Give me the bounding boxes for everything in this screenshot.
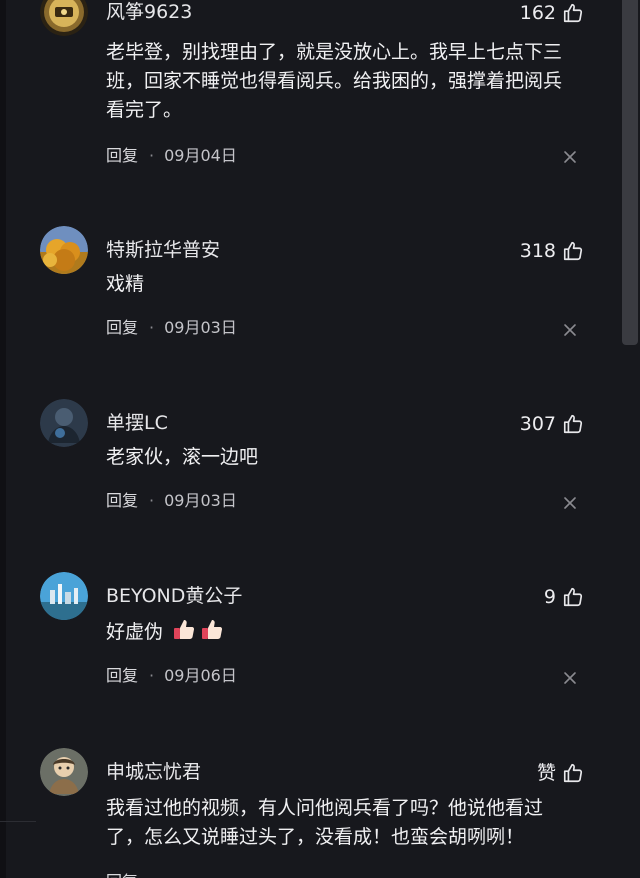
thumbs-up-icon[interactable] bbox=[562, 413, 584, 435]
thumbs-up-emoji bbox=[171, 616, 197, 642]
scrollbar-thumb[interactable] bbox=[622, 0, 638, 345]
like-button[interactable]: 307 bbox=[520, 411, 584, 437]
city-skyline-avatar[interactable] bbox=[40, 572, 88, 620]
reply-button[interactable]: 回复 bbox=[106, 491, 138, 511]
like-button[interactable]: 162 bbox=[520, 0, 584, 26]
comment-meta: 回复 · 09月03日 bbox=[106, 491, 237, 511]
comment-text-body: 好虚伪 bbox=[106, 621, 164, 643]
thumbs-up-icon[interactable] bbox=[562, 762, 584, 784]
like-count: 307 bbox=[519, 413, 556, 435]
comment-username[interactable]: 风筝9623 bbox=[106, 0, 192, 24]
comment-meta: 回复 · 09月04日 bbox=[106, 146, 237, 166]
meta-separator: · bbox=[149, 146, 155, 165]
thumbs-up-icon[interactable] bbox=[562, 240, 584, 262]
comment-item: 申城忘忧君 赞 我看过他的视频，有人问他阅兵看了吗？他说他看过了，怎么又说睡过头… bbox=[40, 748, 600, 878]
comment-date: 09月06日 bbox=[164, 666, 237, 685]
comment-item: 特斯拉华普安 318 戏精 回复 · 09月03日 bbox=[40, 226, 600, 346]
reply-button[interactable]: 回复 bbox=[106, 146, 138, 166]
comment-text: 我看过他的视频，有人问他阅兵看了吗？他说他看过了，怎么又说睡过头了，没看成！也蛮… bbox=[106, 797, 544, 848]
close-icon[interactable] bbox=[563, 323, 577, 337]
comment-meta: 回复 · 09月06日 bbox=[106, 666, 237, 686]
scrollbar-track[interactable] bbox=[620, 0, 640, 878]
comment-username[interactable]: BEYOND黄公子 bbox=[106, 584, 242, 608]
comment-item: 单摆LC 307 老家伙，滚一边吧 回复 · 09月03日 bbox=[40, 399, 600, 519]
comment-date: 09月03日 bbox=[164, 491, 237, 510]
comment-item: BEYOND黄公子 9 好虚伪 回复 · 09月06日 bbox=[40, 572, 600, 692]
comment-username[interactable]: 单摆LC bbox=[106, 411, 168, 435]
reply-button[interactable]: 回复 bbox=[106, 318, 138, 338]
like-button[interactable]: 9 bbox=[544, 584, 584, 610]
comment-date: 09月04日 bbox=[164, 146, 237, 165]
autumn-tree-avatar[interactable] bbox=[40, 226, 88, 274]
comment-meta: 回复 · 09月03日 bbox=[106, 318, 237, 338]
thumbs-up-icon[interactable] bbox=[562, 2, 584, 24]
divider bbox=[0, 821, 36, 822]
comment-text: 戏精 bbox=[106, 273, 145, 295]
thumbs-up-emoji bbox=[199, 616, 225, 642]
close-icon[interactable] bbox=[563, 150, 577, 164]
thumbs-up-icon[interactable] bbox=[562, 586, 584, 608]
like-count: 9 bbox=[543, 586, 556, 608]
meta-separator: · bbox=[149, 318, 155, 337]
like-count: 162 bbox=[519, 2, 556, 24]
like-button[interactable]: 318 bbox=[520, 238, 584, 264]
comment-text: 老家伙，滚一边吧 bbox=[106, 446, 259, 468]
comment-text: 好虚伪 bbox=[106, 616, 576, 647]
close-icon[interactable] bbox=[563, 671, 577, 685]
like-count: 赞 bbox=[536, 762, 556, 784]
comment-username[interactable]: 特斯拉华普安 bbox=[106, 238, 220, 262]
gold-badge-avatar[interactable] bbox=[40, 0, 88, 36]
like-count: 318 bbox=[519, 240, 556, 262]
reply-button[interactable]: 回复 bbox=[106, 872, 138, 878]
comment-item: 风筝9623 162 老毕登，别找理由了，就是没放心上。我早上七点下三班，回家不… bbox=[40, 0, 600, 178]
meta-separator: · bbox=[149, 666, 155, 685]
comment-meta: 回复 bbox=[106, 872, 138, 878]
like-button[interactable]: 赞 bbox=[537, 760, 584, 786]
reply-button[interactable]: 回复 bbox=[106, 666, 138, 686]
meta-separator: · bbox=[149, 491, 155, 510]
left-panel-edge bbox=[0, 0, 6, 878]
dark-figure-avatar[interactable] bbox=[40, 399, 88, 447]
cartoon-person-avatar[interactable] bbox=[40, 748, 88, 796]
comment-username[interactable]: 申城忘忧君 bbox=[106, 760, 201, 784]
comment-date: 09月03日 bbox=[164, 318, 237, 337]
comment-text: 老毕登，别找理由了，就是没放心上。我早上七点下三班，回家不睡觉也得看阅兵。给我困… bbox=[106, 41, 563, 121]
close-icon[interactable] bbox=[563, 496, 577, 510]
